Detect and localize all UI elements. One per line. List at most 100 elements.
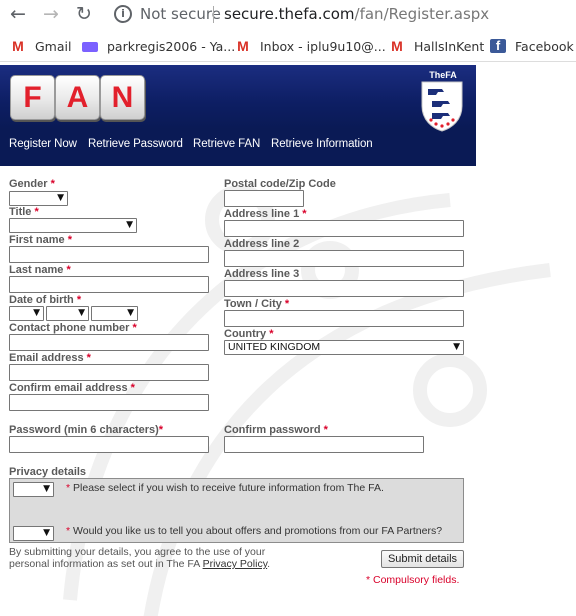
address2-label: Address line 2 [224, 238, 300, 250]
disclaimer-line: personal information as set out in The F… [9, 558, 309, 570]
dropdown-arrow-icon: ▼ [127, 308, 134, 318]
nav-retrieve-information[interactable]: Retrieve Information [271, 138, 373, 150]
country-label: Country * [224, 328, 274, 340]
disclaimer-line: By submitting your details, you agree to… [9, 546, 266, 558]
label-text: Contact phone number [9, 322, 130, 334]
url-host: secure.thefa.com [224, 5, 355, 23]
fan-logo-letter[interactable]: N [100, 75, 145, 120]
label-text: Password (min 6 characters) [9, 424, 159, 436]
fan-logo-letter[interactable]: F [10, 75, 55, 120]
required-marker: * [67, 234, 72, 246]
question-text: Would you like us to tell you about offe… [73, 525, 443, 537]
phone-label: Contact phone number * [9, 322, 137, 334]
confirm-email-label: Confirm email address * [9, 382, 135, 394]
address3-label: Address line 3 [224, 268, 300, 280]
title-select[interactable]: ▼ [9, 218, 137, 233]
disclaimer-text: By submitting your details, you agree to… [9, 546, 309, 570]
address3-input[interactable] [224, 280, 464, 297]
dropdown-arrow-icon: ▼ [33, 308, 40, 318]
bookmark-label: parkregis2006 - Ya... [107, 38, 236, 54]
privacy-panel: ▼ * Please select if you wish to receive… [9, 478, 464, 543]
url-path: /fan/Register.aspx [354, 5, 490, 23]
info-icon[interactable]: i [114, 5, 132, 23]
label-text: Last name [9, 264, 64, 276]
postal-code-input[interactable] [224, 190, 304, 207]
first-name-label: First name * [9, 234, 72, 246]
security-status[interactable]: Not secure [140, 5, 221, 23]
required-marker: * [66, 264, 71, 276]
required-marker: * [76, 294, 82, 306]
label-text: Confirm password [224, 424, 321, 436]
forward-arrow-icon[interactable]: → [40, 3, 62, 25]
first-name-input[interactable] [9, 246, 209, 263]
label-text: Address line 1 [224, 208, 300, 220]
fan-logo-letter[interactable]: A [55, 75, 100, 120]
bookmark-hallsinkent[interactable]: M HallsInKent [389, 37, 484, 55]
dropdown-arrow-icon: ▼ [453, 342, 460, 352]
bookmark-facebook[interactable]: f Facebook [490, 37, 574, 55]
confirm-password-input[interactable] [224, 436, 424, 453]
address-bar[interactable]: secure.thefa.com/fan/Register.aspx [224, 5, 489, 23]
fa-info-question: * Please select if you wish to receive f… [66, 482, 384, 494]
bookmark-label: Gmail [35, 38, 72, 54]
fa-crest-label: TheFA [429, 70, 457, 80]
bookmark-gmail[interactable]: M Gmail [10, 37, 71, 55]
label-text: Title [9, 206, 32, 218]
dob-label: Date of birth * [9, 294, 81, 306]
browser-toolbar: ← → ↻ i Not secure secure.thefa.com/fan/… [0, 0, 576, 30]
gmail-icon: M [391, 38, 403, 54]
password-input[interactable] [9, 436, 209, 453]
label-text: Gender [9, 178, 48, 190]
dob-day-select[interactable]: ▼ [9, 306, 44, 321]
question-text: Please select if you wish to receive fut… [73, 482, 384, 494]
email-input[interactable] [9, 364, 209, 381]
dob-month-select[interactable]: ▼ [46, 306, 89, 321]
dropdown-arrow-icon: ▼ [126, 220, 133, 230]
compulsory-fields-note: * Compulsory fields. [366, 574, 460, 586]
country-select[interactable]: UNITED KINGDOM ▼ [224, 340, 464, 355]
nav-register-now[interactable]: Register Now [9, 138, 77, 150]
url-separator [213, 6, 214, 23]
required-marker: * [66, 482, 71, 494]
bookmark-inbox[interactable]: M Inbox - iplu9u10@... [235, 37, 386, 55]
reload-icon[interactable]: ↻ [73, 3, 95, 25]
privacy-policy-link[interactable]: Privacy Policy [203, 558, 268, 570]
phone-input[interactable] [9, 334, 209, 351]
last-name-input[interactable] [9, 276, 209, 293]
disclaimer-suffix: . [267, 558, 271, 570]
dropdown-arrow-icon: ▼ [43, 528, 50, 538]
last-name-label: Last name * [9, 264, 71, 276]
required-marker: * [50, 178, 55, 190]
fa-info-optin-select[interactable]: ▼ [13, 482, 54, 497]
bookmark-label: HallsInKent [414, 38, 485, 54]
label-text: Email address [9, 352, 84, 364]
submit-details-button[interactable]: Submit details [381, 550, 464, 568]
partner-offers-question: * Would you like us to tell you about of… [66, 525, 442, 537]
mail-icon [82, 42, 98, 52]
disclaimer-prefix: personal information as set out in The F… [9, 558, 200, 570]
required-marker: * [158, 424, 164, 436]
bookmark-parkregis[interactable]: parkregis2006 - Ya... [82, 37, 235, 55]
dropdown-arrow-icon: ▼ [78, 308, 85, 318]
address1-input[interactable] [224, 220, 464, 237]
back-arrow-icon[interactable]: ← [7, 3, 29, 25]
bookmark-label: Inbox - iplu9u10@... [260, 38, 386, 54]
partner-offers-select[interactable]: ▼ [13, 526, 54, 541]
dob-year-select[interactable]: ▼ [91, 306, 138, 321]
nav-retrieve-password[interactable]: Retrieve Password [88, 138, 183, 150]
address2-input[interactable] [224, 250, 464, 267]
postal-code-label: Postal code/Zip Code [224, 178, 336, 190]
confirm-password-label: Confirm password * [224, 424, 328, 436]
required-marker: * [323, 424, 328, 436]
site-nav: Register Now Retrieve Password Retrieve … [0, 138, 476, 156]
gmail-icon: M [12, 38, 24, 54]
confirm-email-input[interactable] [9, 394, 209, 411]
label-text: Date of birth [9, 294, 74, 306]
required-marker: * [269, 328, 274, 340]
password-label: Password (min 6 characters)* [9, 424, 163, 436]
address1-label: Address line 1 * [224, 208, 307, 220]
gmail-icon: M [237, 38, 249, 54]
nav-retrieve-fan[interactable]: Retrieve FAN [193, 138, 260, 150]
town-input[interactable] [224, 310, 464, 327]
gender-select[interactable]: ▼ [9, 191, 68, 206]
